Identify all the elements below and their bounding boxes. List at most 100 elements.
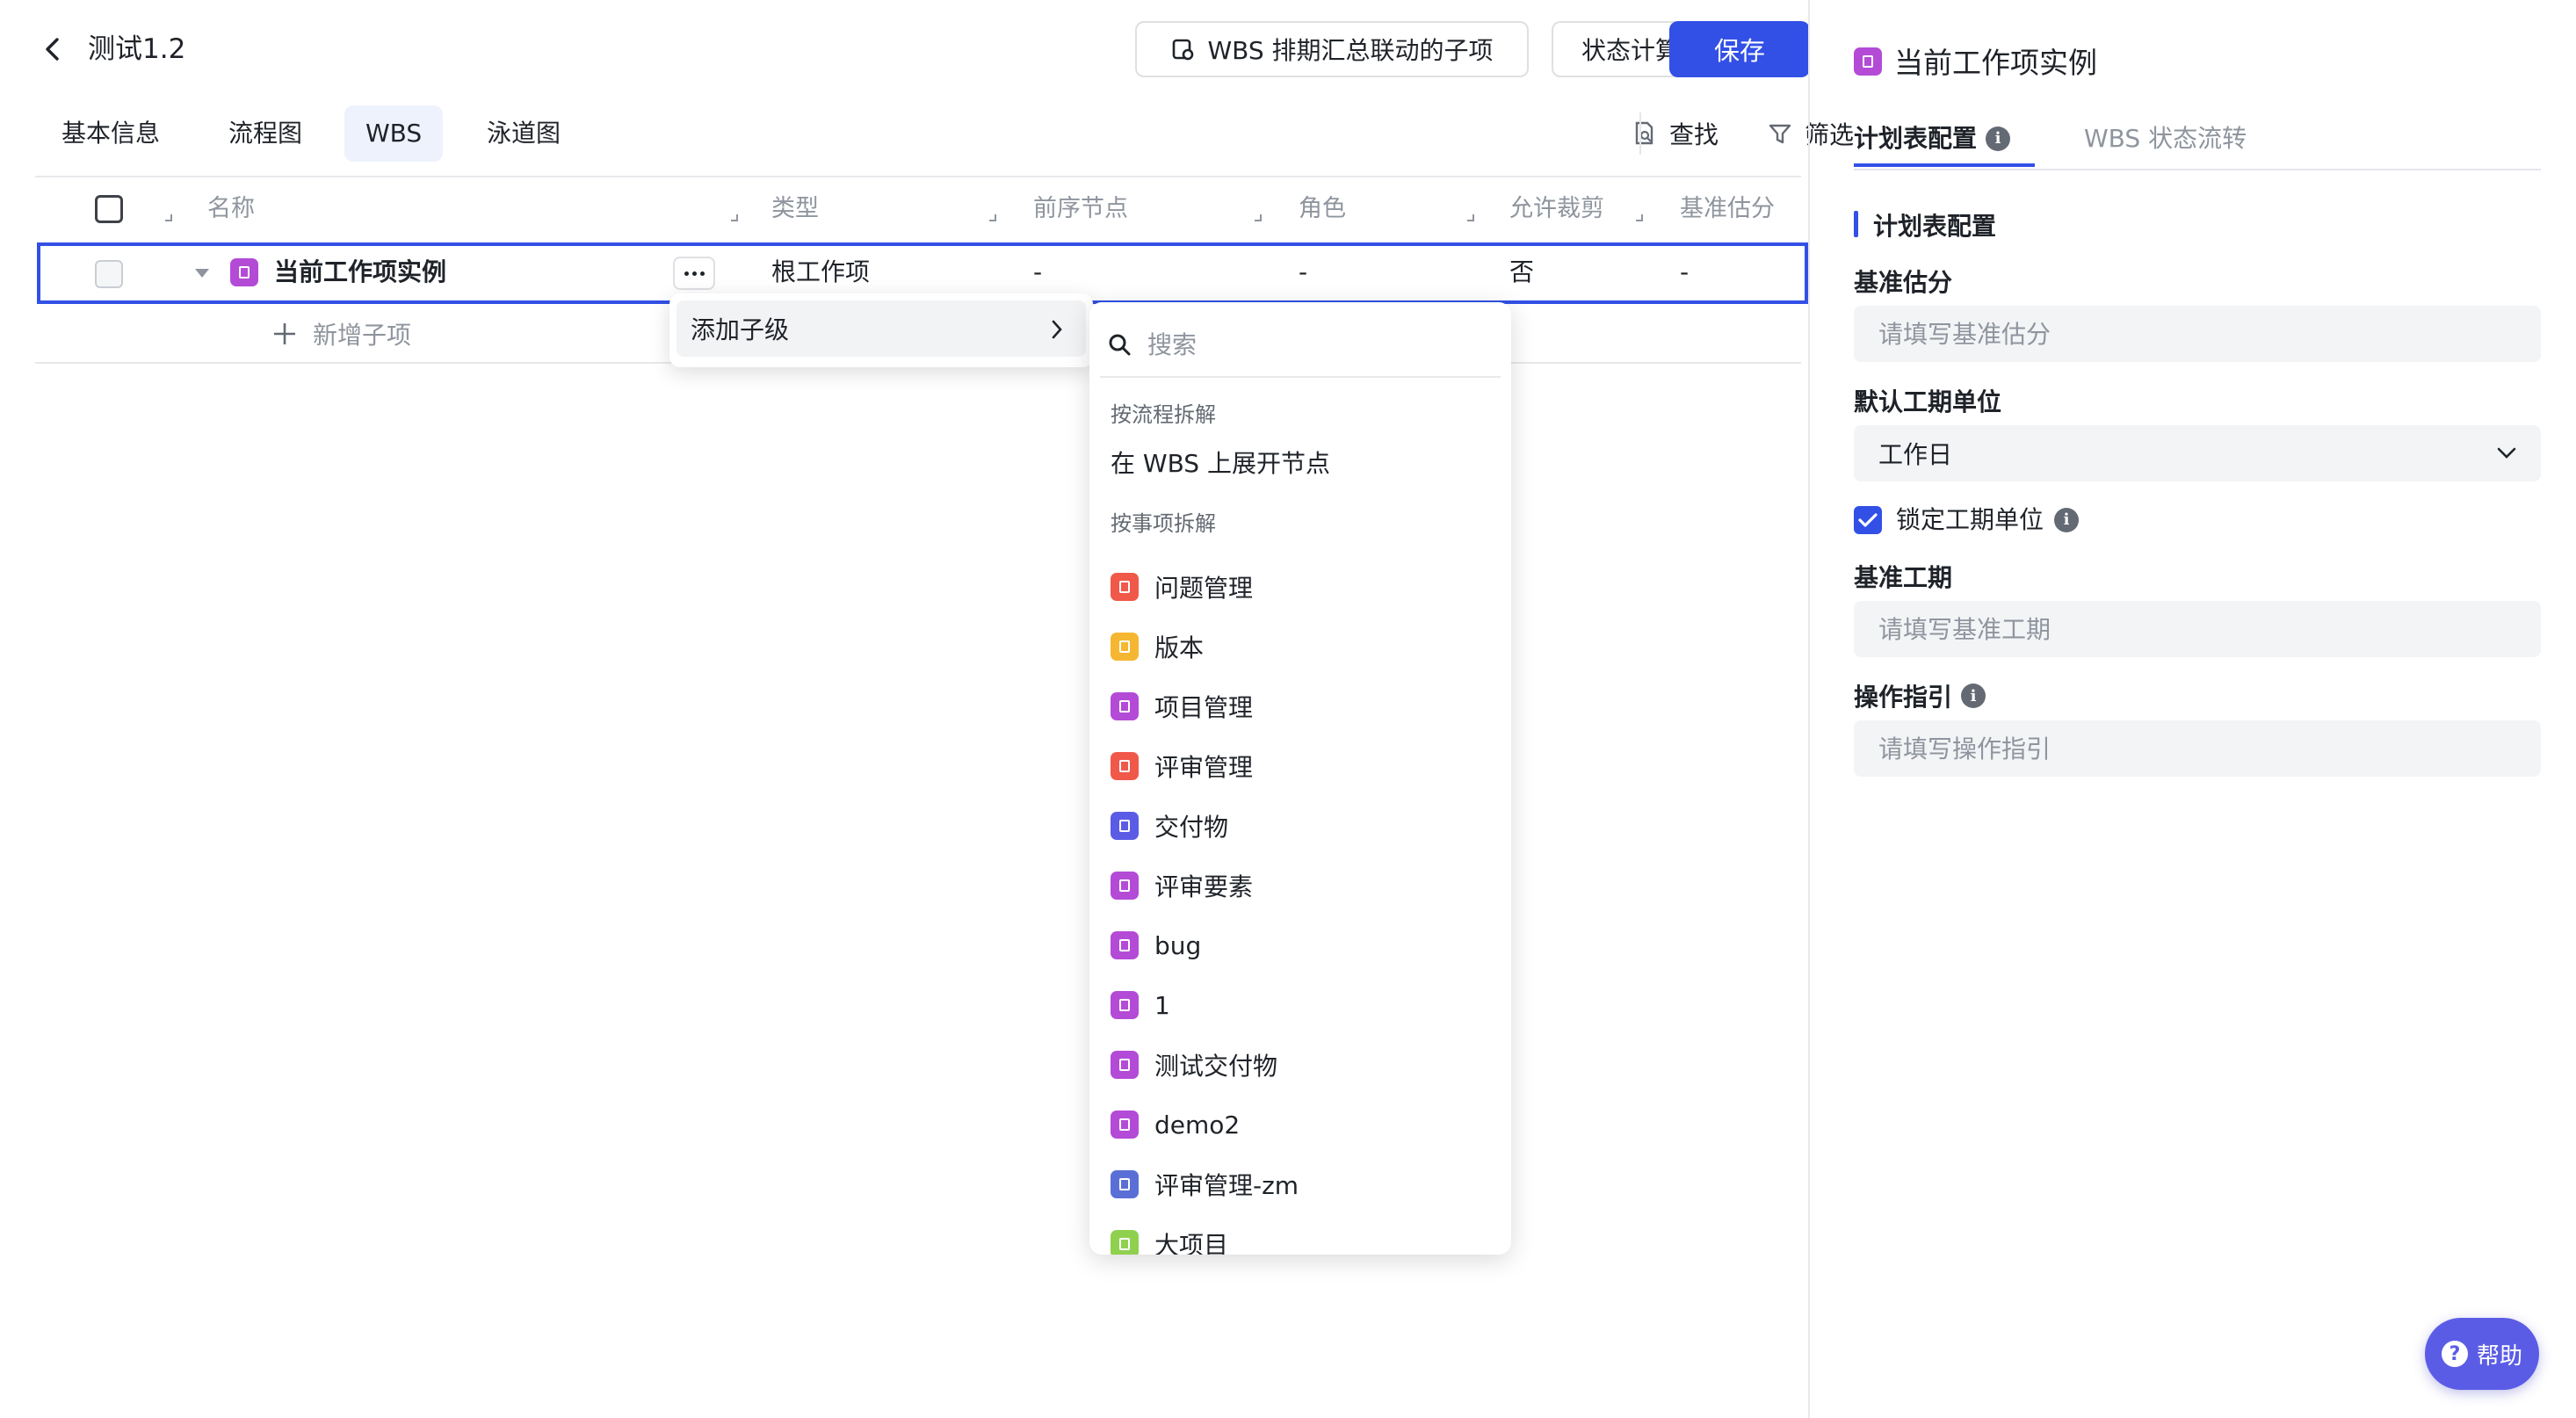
- row-context-menu: 添加子级: [669, 293, 1093, 367]
- column-header-name: 名称: [207, 195, 255, 222]
- submenu-search: [1107, 318, 1494, 371]
- menu-item-work-type[interactable]: 测试交付物: [1089, 1038, 1511, 1091]
- column-header-allow-cut: 允许裁剪: [1509, 195, 1604, 222]
- find-icon: [1635, 121, 1653, 145]
- row-type: 根工作项: [771, 257, 871, 286]
- lock-unit-checkbox[interactable]: [1854, 506, 1882, 534]
- group-label-process: 按流程拆解: [1111, 402, 1216, 427]
- menu-item-add-child-label: 添加子级: [691, 315, 790, 344]
- submenu-search-input[interactable]: [1146, 329, 1480, 360]
- info-icon: i: [1961, 684, 1986, 708]
- duration-input[interactable]: [1854, 601, 2541, 657]
- panel-title: 当前工作项实例: [1894, 46, 2097, 80]
- caret-down-icon[interactable]: [193, 267, 211, 279]
- lock-unit-row: 锁定工期单位 i: [1896, 501, 2080, 539]
- back-button[interactable]: [35, 32, 70, 67]
- guide-label-row: 操作指引 i: [1854, 678, 1986, 713]
- panel-work-item-icon: [1854, 47, 1882, 76]
- save-button[interactable]: 保存: [1669, 21, 1810, 77]
- menu-item-work-type[interactable]: bug: [1089, 919, 1511, 972]
- row-role: -: [1299, 257, 1308, 286]
- column-resizer[interactable]: [1636, 214, 1643, 221]
- menu-item-work-type-label: 1: [1154, 990, 1170, 1020]
- menu-item-work-type-label: bug: [1154, 930, 1202, 960]
- work-type-icon: [1111, 752, 1139, 780]
- menu-item-work-type[interactable]: 大项目: [1089, 1218, 1511, 1255]
- work-type-icon: [1111, 931, 1139, 959]
- filter-label: 筛选: [1805, 120, 1855, 149]
- submenu-divider: [1100, 376, 1501, 378]
- filter-icon: [1769, 124, 1791, 144]
- table-top-border: [35, 176, 1801, 177]
- tab-plan-config[interactable]: 计划表配置 i: [1854, 118, 2011, 160]
- guide-label: 操作指引: [1854, 683, 1953, 712]
- section-accent-bar: [1854, 211, 1858, 237]
- work-type-icon: [1111, 991, 1139, 1019]
- row-checkbox[interactable]: [95, 260, 123, 288]
- menu-item-work-type[interactable]: 评审管理-zm: [1089, 1158, 1511, 1211]
- duration-label: 基准工期: [1854, 563, 1953, 592]
- menu-item-work-type-label: demo2: [1154, 1110, 1241, 1139]
- help-button[interactable]: ? 帮助: [2425, 1318, 2539, 1390]
- menu-item-work-type[interactable]: 版本: [1089, 620, 1511, 673]
- work-type-icon: [1111, 1051, 1139, 1079]
- work-type-icon: [1111, 692, 1139, 720]
- page-title: 测试1.2: [88, 33, 186, 65]
- row-name: 当前工作项实例: [274, 257, 447, 286]
- tab-swimlane[interactable]: 泳道图: [466, 105, 582, 162]
- column-resizer[interactable]: [731, 214, 738, 221]
- plus-icon: [274, 323, 295, 344]
- column-header-baseline: 基准估分: [1680, 195, 1775, 222]
- menu-item-work-type-label: 评审管理-zm: [1154, 1171, 1299, 1200]
- column-header-type: 类型: [771, 195, 819, 222]
- add-child-submenu: 按流程拆解 在 WBS 上展开节点 按事项拆解 问题管理版本项目管理评审管理交付…: [1089, 302, 1511, 1255]
- menu-item-work-type[interactable]: 1: [1089, 979, 1511, 1031]
- menu-item-add-child[interactable]: 添加子级: [677, 300, 1086, 357]
- row-baseline: -: [1680, 257, 1690, 286]
- wbs-linked-subitems-button[interactable]: WBS 排期汇总联动的子项: [1135, 21, 1529, 77]
- menu-item-work-type-label: 评审管理: [1154, 753, 1254, 782]
- column-resizer[interactable]: [989, 214, 996, 221]
- chevron-down-icon: [2497, 447, 2516, 459]
- menu-item-work-type[interactable]: 问题管理: [1089, 561, 1511, 613]
- more-icon: [684, 271, 705, 276]
- menu-item-work-type[interactable]: 项目管理: [1089, 680, 1511, 733]
- section-title: 计划表配置: [1873, 212, 1997, 241]
- toolbar-divider: [1639, 112, 1641, 155]
- help-icon: ?: [2441, 1341, 2468, 1367]
- tab-plan-config-label: 计划表配置: [1854, 124, 1978, 153]
- column-resizer[interactable]: [165, 214, 172, 221]
- panel-divider: [1808, 0, 1810, 1418]
- filter-button[interactable]: 筛选: [1768, 109, 1854, 158]
- baseline-input[interactable]: [1854, 306, 2541, 362]
- menu-item-work-type[interactable]: demo2: [1089, 1098, 1511, 1151]
- menu-item-expand-node[interactable]: 在 WBS 上展开节点: [1089, 436, 1511, 488]
- panel-tabs-underline: [1854, 169, 2541, 170]
- tab-flowchart[interactable]: 流程图: [207, 105, 323, 162]
- unit-select[interactable]: 工作日: [1854, 425, 2541, 481]
- column-resizer[interactable]: [1255, 214, 1262, 221]
- tab-wbs[interactable]: WBS: [344, 105, 444, 162]
- menu-item-work-type[interactable]: 评审要素: [1089, 859, 1511, 912]
- tab-basic-info[interactable]: 基本信息: [40, 105, 181, 162]
- add-child-row-label: 新增子项: [313, 321, 412, 350]
- lock-unit-label: 锁定工期单位: [1896, 505, 2044, 534]
- menu-item-work-type-label: 交付物: [1154, 813, 1229, 842]
- find-button[interactable]: 查找: [1632, 109, 1719, 158]
- tab-wbs-status-flow[interactable]: WBS 状态流转: [2084, 118, 2247, 160]
- column-resizer[interactable]: [1467, 214, 1474, 221]
- menu-item-work-type-label: 大项目: [1154, 1231, 1229, 1255]
- chevron-left-icon: [46, 38, 59, 61]
- unit-select-value: 工作日: [1878, 440, 1953, 469]
- baseline-label: 基准估分: [1854, 268, 1953, 297]
- select-all-checkbox[interactable]: [95, 195, 123, 223]
- tab-wbs-status-flow-label: WBS 状态流转: [2084, 124, 2247, 153]
- more-actions-button[interactable]: [673, 257, 715, 290]
- guide-input[interactable]: [1854, 720, 2541, 777]
- menu-item-work-type[interactable]: 评审管理: [1089, 740, 1511, 792]
- work-type-icon: [1111, 573, 1139, 601]
- add-child-row-button[interactable]: 新增子项: [272, 315, 411, 353]
- menu-item-work-type[interactable]: 交付物: [1089, 799, 1511, 852]
- column-header-predecessor: 前序节点: [1033, 195, 1128, 222]
- menu-item-work-type-label: 问题管理: [1154, 574, 1254, 603]
